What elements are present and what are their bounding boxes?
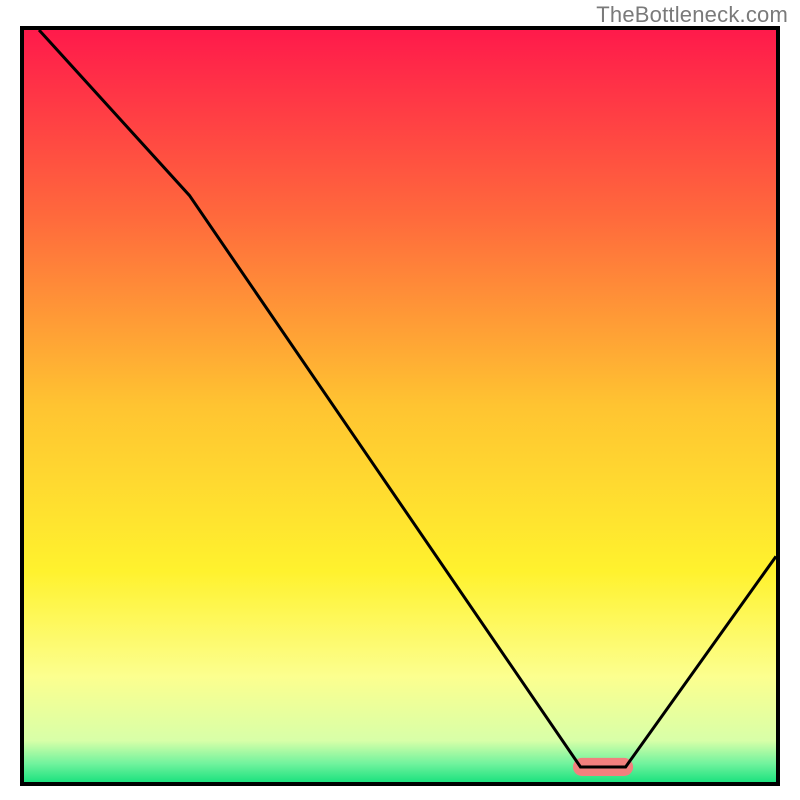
attribution-text: TheBottleneck.com xyxy=(596,2,788,28)
chart-frame xyxy=(20,26,780,786)
chart-background xyxy=(24,30,776,782)
bottleneck-chart xyxy=(24,30,776,782)
